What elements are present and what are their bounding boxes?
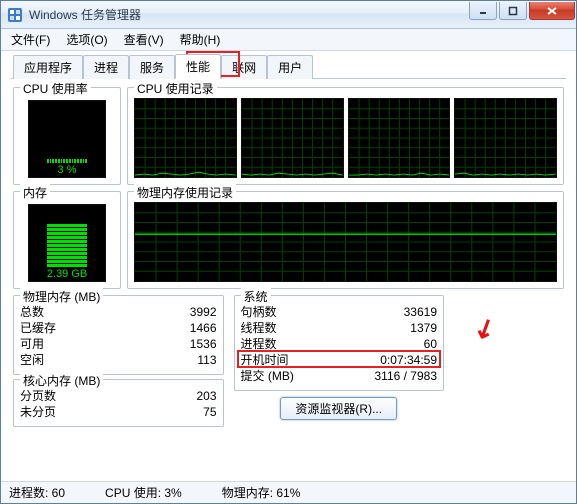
tab-performance[interactable]: 性能	[175, 54, 221, 79]
commit-value: 3116 / 7983	[374, 368, 437, 384]
cpu-usage-group: CPU 使用率 3 %	[13, 87, 121, 185]
threads-label: 线程数	[241, 320, 277, 336]
menu-view[interactable]: 查看(V)	[116, 29, 172, 50]
cpu-history-group: CPU 使用记录	[127, 87, 564, 185]
nonpaged-label: 未分页	[20, 404, 56, 420]
mem-chart	[134, 202, 557, 282]
available-value: 1536	[190, 336, 217, 352]
cpu-history-label: CPU 使用记录	[134, 80, 217, 97]
minimize-button[interactable]	[469, 2, 497, 20]
total-label: 总数	[20, 304, 44, 320]
mem-history-label: 物理内存使用记录	[134, 184, 236, 201]
task-manager-window: Windows 任务管理器 文件(F) 选项(O) 查看(V) 帮助(H) 应用…	[0, 0, 577, 504]
mem-gauge: 2.39 GB	[28, 204, 106, 282]
commit-label: 提交 (MB)	[241, 368, 294, 384]
menu-file[interactable]: 文件(F)	[3, 29, 58, 50]
cpu-chart-0	[134, 98, 237, 178]
window-controls	[467, 2, 575, 22]
paged-value: 203	[196, 388, 216, 404]
titlebar[interactable]: Windows 任务管理器	[1, 1, 576, 29]
uptime-label: 开机时间	[241, 352, 289, 368]
processes-label: 进程数	[241, 336, 277, 352]
handles-label: 句柄数	[241, 304, 277, 320]
mem-gb-value: 2.39 GB	[29, 268, 105, 280]
menu-help[interactable]: 帮助(H)	[172, 29, 229, 50]
cpu-pct-value: 3 %	[29, 164, 105, 176]
cached-value: 1466	[190, 320, 217, 336]
available-label: 可用	[20, 336, 44, 352]
tab-processes[interactable]: 进程	[83, 55, 129, 79]
tab-networking[interactable]: 联网	[221, 55, 267, 79]
cpu-chart-2	[348, 98, 451, 178]
system-label: 系统	[241, 288, 271, 305]
cpu-usage-label: CPU 使用率	[20, 80, 91, 97]
tab-applications[interactable]: 应用程序	[13, 55, 83, 79]
handles-value: 33619	[404, 304, 437, 320]
cpu-gauge: 3 %	[28, 100, 106, 178]
tab-users[interactable]: 用户	[267, 55, 313, 79]
free-label: 空闲	[20, 352, 44, 368]
status-cpu: CPU 使用: 3%	[105, 484, 182, 501]
uptime-value: 0:07:34:59	[380, 352, 437, 368]
menu-options[interactable]: 选项(O)	[58, 29, 115, 50]
mem-usage-group: 内存 2.39 GB	[13, 191, 121, 289]
statusbar: 进程数: 60 CPU 使用: 3% 物理内存: 61%	[1, 481, 576, 503]
cached-label: 已缓存	[20, 320, 56, 336]
kernel-mem-label: 核心内存 (MB)	[20, 372, 103, 389]
nonpaged-value: 75	[203, 404, 216, 420]
kernel-mem-group: 核心内存 (MB) 分页数203 未分页75	[13, 379, 224, 427]
mem-usage-label: 内存	[20, 184, 50, 201]
maximize-button[interactable]	[499, 2, 527, 20]
menubar: 文件(F) 选项(O) 查看(V) 帮助(H)	[1, 29, 576, 51]
status-mem: 物理内存: 61%	[222, 484, 301, 501]
close-button[interactable]	[529, 2, 575, 20]
cpu-chart-1	[241, 98, 344, 178]
system-group: 系统 句柄数33619 线程数1379 进程数60 开机时间0:07:34:59…	[234, 295, 445, 391]
annotation-arrow-icon: ↙	[468, 310, 501, 347]
status-processes: 进程数: 60	[9, 484, 65, 501]
tab-services[interactable]: 服务	[129, 55, 175, 79]
tab-strip: 应用程序 进程 服务 性能 联网 用户	[11, 55, 566, 79]
resource-monitor-button[interactable]: 资源监视器(R)...	[280, 397, 397, 420]
mem-history-group: 物理内存使用记录	[127, 191, 564, 289]
performance-panel: CPU 使用率 3 % CPU 使用记录 内存	[1, 79, 576, 435]
cpu-chart-3	[454, 98, 557, 178]
processes-value: 60	[424, 336, 437, 352]
threads-value: 1379	[410, 320, 437, 336]
app-icon	[7, 7, 23, 23]
phys-mem-label: 物理内存 (MB)	[20, 288, 103, 305]
paged-label: 分页数	[20, 388, 56, 404]
free-value: 113	[197, 352, 216, 368]
phys-mem-group: 物理内存 (MB) 总数3992 已缓存1466 可用1536 空闲113	[13, 295, 224, 375]
total-value: 3992	[190, 304, 217, 320]
